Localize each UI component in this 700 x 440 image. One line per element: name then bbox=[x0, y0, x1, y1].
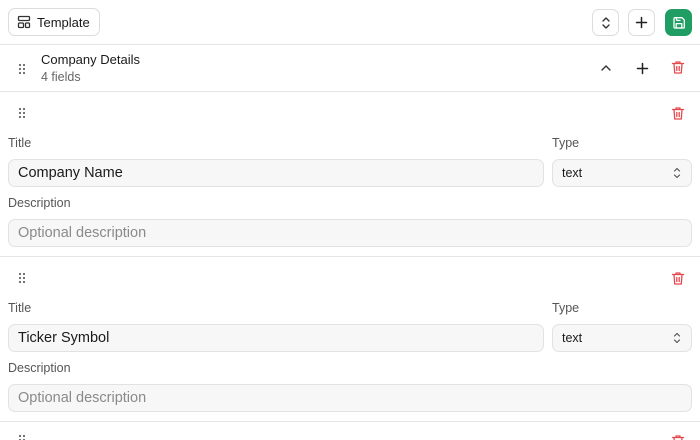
delete-field-icon[interactable] bbox=[670, 270, 686, 286]
title-label: Title bbox=[8, 136, 32, 150]
description-input[interactable]: Optional description bbox=[8, 219, 692, 247]
chevron-up-icon[interactable] bbox=[598, 60, 614, 76]
title-label: Title bbox=[8, 301, 32, 315]
drag-handle-icon[interactable] bbox=[16, 271, 28, 285]
type-select[interactable]: text bbox=[552, 324, 692, 352]
type-select[interactable]: text bbox=[552, 159, 692, 187]
collapse-expand-button[interactable] bbox=[592, 9, 619, 36]
delete-section-icon[interactable] bbox=[670, 59, 686, 75]
drag-handle-icon[interactable] bbox=[16, 433, 28, 440]
save-icon bbox=[672, 16, 686, 30]
title-input[interactable]: Ticker Symbol bbox=[8, 324, 544, 352]
template-button-label: Template bbox=[37, 14, 90, 30]
delete-field-icon[interactable] bbox=[670, 105, 686, 121]
description-input[interactable]: Optional description bbox=[8, 384, 692, 412]
type-label: Type bbox=[552, 301, 580, 315]
chevrons-up-down-icon bbox=[673, 331, 681, 348]
toolbar: Template bbox=[0, 0, 700, 45]
field-card: Title Type Ticker Symbol text Descriptio… bbox=[0, 257, 700, 422]
plus-icon bbox=[635, 16, 648, 29]
type-label: Type bbox=[552, 136, 580, 150]
chevrons-up-down-icon bbox=[673, 166, 681, 183]
template-button[interactable]: Template bbox=[8, 8, 100, 36]
title-input[interactable]: Company Name bbox=[8, 159, 544, 187]
type-select-value: text bbox=[562, 166, 583, 180]
field-card: Title Type Company Name text Description… bbox=[0, 92, 700, 257]
chevrons-up-down-icon bbox=[600, 16, 612, 30]
add-field-icon[interactable] bbox=[634, 60, 650, 76]
section-field-count: 4 fields bbox=[41, 70, 81, 84]
layout-template-icon bbox=[17, 15, 31, 29]
section-header: Company Details 4 fields bbox=[0, 45, 700, 92]
drag-handle-icon[interactable] bbox=[16, 62, 28, 76]
delete-field-icon[interactable] bbox=[670, 433, 686, 440]
description-label: Description bbox=[8, 196, 71, 210]
type-select-value: text bbox=[562, 331, 583, 345]
save-button[interactable] bbox=[665, 9, 692, 36]
drag-handle-icon[interactable] bbox=[16, 106, 28, 120]
section-title: Company Details bbox=[41, 52, 140, 67]
description-label: Description bbox=[8, 361, 71, 375]
add-section-button[interactable] bbox=[628, 9, 655, 36]
